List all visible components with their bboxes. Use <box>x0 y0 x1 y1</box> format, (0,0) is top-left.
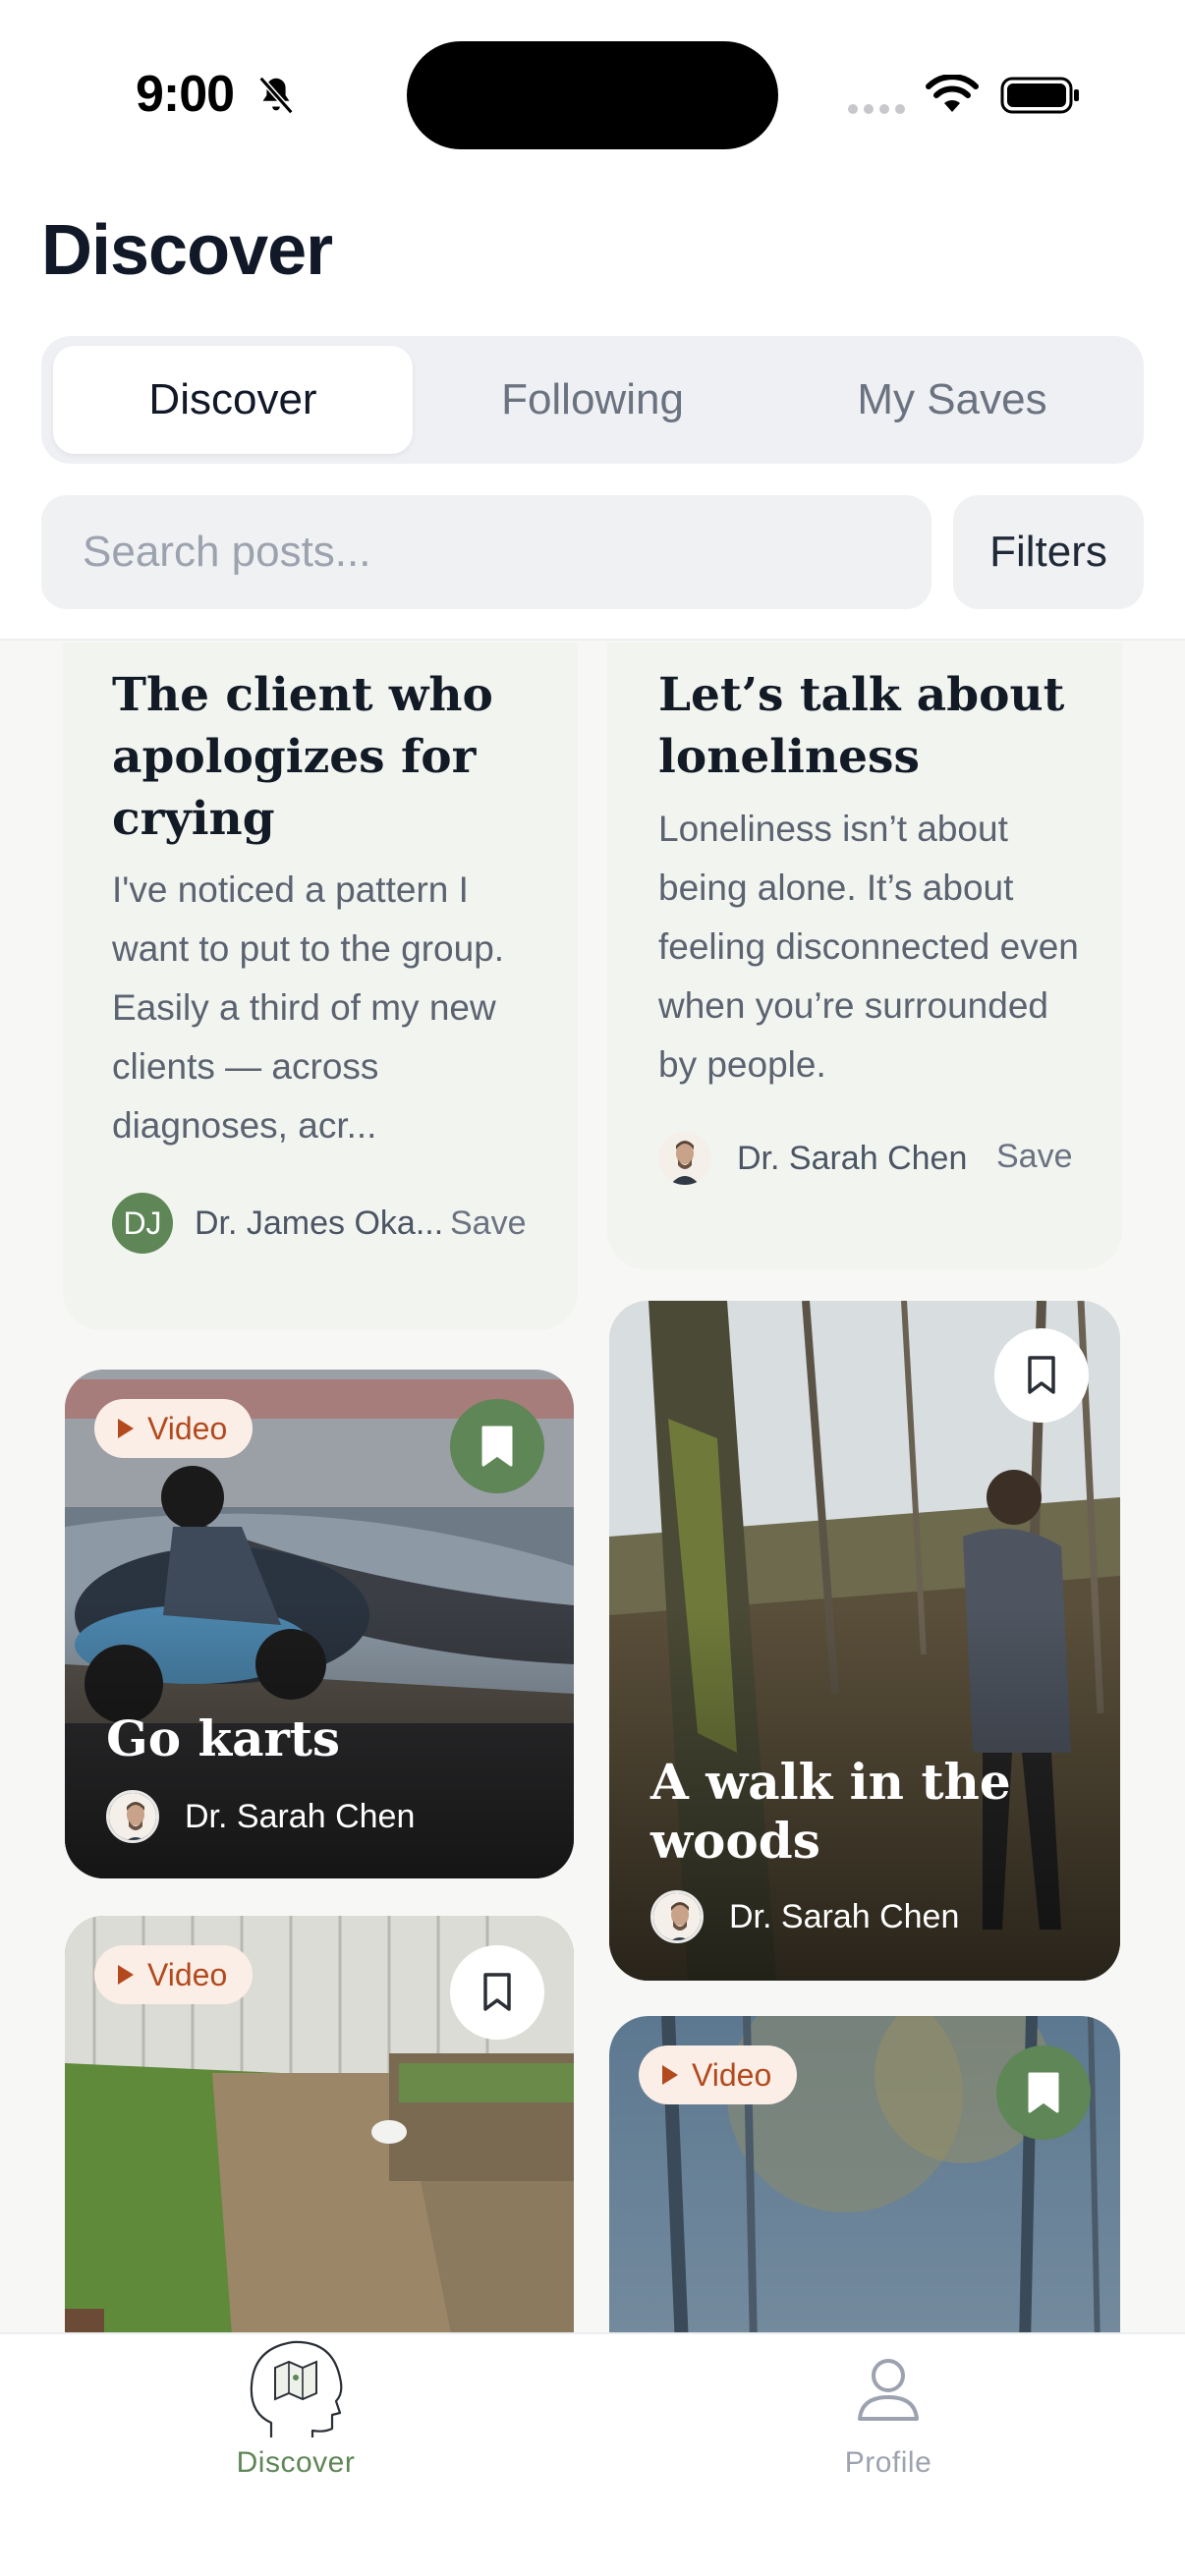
bookmark-icon <box>483 1973 511 2011</box>
post-author: DJ Dr. James Oka... <box>112 1193 443 1254</box>
author-name: Dr. James Oka... <box>195 1204 444 1242</box>
wifi-icon <box>926 75 979 112</box>
dynamic-island <box>407 41 778 149</box>
video-badge: Video <box>639 2045 798 2104</box>
bookmark-button[interactable] <box>450 1945 544 2040</box>
post-author: Dr. Sarah Chen <box>106 1790 415 1843</box>
avatar <box>658 1132 711 1185</box>
search-input[interactable] <box>41 495 931 609</box>
video-badge: Video <box>94 1945 254 2004</box>
header: 9:00 Discover Discover Following My Save… <box>0 0 1185 641</box>
bookmark-icon <box>481 1426 513 1467</box>
media-post-card[interactable]: Video Go karts Dr. Sarah Chen <box>65 1370 574 1878</box>
media-post-card[interactable]: A walk in the woods Dr. Sarah Chen <box>609 1301 1120 1981</box>
post-title: Let’s talk about loneliness <box>658 668 1065 784</box>
page-title: Discover <box>41 211 333 290</box>
avatar: DJ <box>112 1193 173 1254</box>
author-name: Dr. Sarah Chen <box>729 1897 960 1935</box>
media-post-title: Go karts <box>106 1709 341 1767</box>
person-icon <box>858 2359 919 2421</box>
tab-discover[interactable]: Discover <box>148 2334 443 2482</box>
head-map-icon <box>250 2340 343 2437</box>
segment-discover[interactable]: Discover <box>53 346 413 454</box>
filters-button[interactable]: Filters <box>953 495 1144 609</box>
media-post-card[interactable]: Video <box>609 2016 1120 2332</box>
post-card[interactable]: The client who apologizes for crying I'v… <box>63 643 578 1330</box>
play-icon <box>118 1965 134 1985</box>
video-badge: Video <box>94 1399 254 1458</box>
bookmark-filled-button[interactable] <box>996 2045 1091 2140</box>
post-author: Dr. Sarah Chen <box>658 1132 967 1185</box>
post-excerpt: Loneliness isn’t about being alone. It’s… <box>658 809 1079 1085</box>
bookmark-icon <box>1028 1356 1055 1394</box>
tab-profile-label: Profile <box>844 2446 932 2479</box>
segmented-control: Discover Following My Saves <box>41 336 1144 464</box>
status-time: 9:00 <box>136 66 235 123</box>
bookmark-button[interactable] <box>994 1328 1089 1423</box>
post-card[interactable]: Let’s talk about loneliness Loneliness i… <box>607 643 1122 1269</box>
bookmark-icon <box>1028 2072 1059 2113</box>
author-name: Dr. Sarah Chen <box>737 1139 968 1177</box>
media-post-card[interactable]: Video <box>65 1916 574 2332</box>
media-post-title: A walk in the woods <box>650 1753 1011 1870</box>
play-icon <box>662 2065 678 2085</box>
segment-my-saves[interactable]: My Saves <box>772 346 1132 454</box>
bookmark-filled-button[interactable] <box>450 1399 544 1493</box>
battery-icon <box>1000 77 1079 114</box>
post-title: The client who apologizes for crying <box>112 668 493 846</box>
tab-bar: Discover Profile <box>0 2332 1185 2576</box>
tab-profile[interactable]: Profile <box>741 2334 1036 2482</box>
avatar <box>650 1890 704 1943</box>
play-icon <box>118 1419 134 1438</box>
status-bar: 9:00 <box>0 0 1185 149</box>
author-name: Dr. Sarah Chen <box>185 1797 416 1835</box>
save-button[interactable]: Save <box>996 1138 1073 1176</box>
signal-dots-icon <box>848 104 905 114</box>
bell-muted-icon <box>258 76 294 115</box>
avatar <box>106 1790 159 1843</box>
tab-discover-label: Discover <box>236 2446 356 2479</box>
feed[interactable]: The client who apologizes for crying I'v… <box>0 643 1185 2332</box>
post-excerpt: I've noticed a pattern I want to put to … <box>112 869 505 1146</box>
save-button[interactable]: Save <box>450 1204 527 1243</box>
post-author: Dr. Sarah Chen <box>650 1890 959 1943</box>
segment-following[interactable]: Following <box>413 346 772 454</box>
